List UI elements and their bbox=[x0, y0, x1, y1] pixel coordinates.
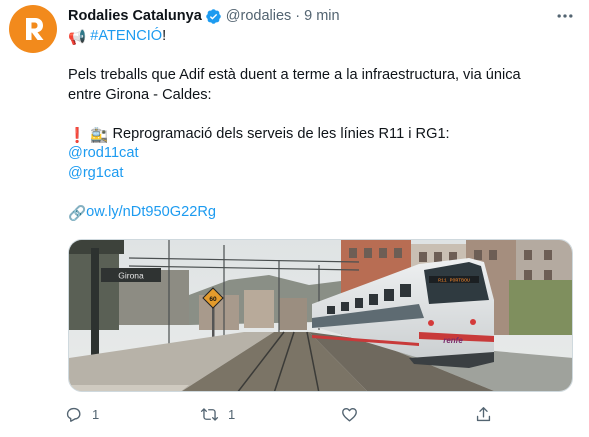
author-name[interactable]: Rodalies Catalunya bbox=[68, 8, 202, 24]
avatar[interactable] bbox=[9, 5, 57, 53]
retweet-count: 1 bbox=[228, 406, 236, 422]
train-photo: Girona 60 R11 PORTBOU renfe bbox=[69, 240, 572, 391]
external-link[interactable]: ow.ly/nDt950G22Rg bbox=[86, 204, 216, 220]
hashtag-link[interactable]: #ATENCIÓ bbox=[90, 28, 162, 44]
speed-limit-sign: 60 bbox=[209, 296, 217, 303]
retweet-button[interactable]: 1 bbox=[200, 400, 235, 428]
tweet-timestamp[interactable]: 9 min bbox=[304, 8, 339, 24]
station-sign: Girona bbox=[118, 271, 144, 281]
text-line-route: entre Girona - Caldes: bbox=[68, 86, 212, 103]
text-line-reprogramming: ❗ 🚉 Reprogramació dels serveis de les lí… bbox=[68, 125, 573, 145]
like-button[interactable] bbox=[340, 400, 368, 428]
more-horizontal-icon bbox=[557, 14, 573, 18]
reprogramming-text: Reprogramació dels serveis de les línies… bbox=[108, 125, 450, 142]
more-options-button[interactable] bbox=[553, 8, 577, 24]
share-button[interactable] bbox=[474, 400, 502, 428]
megaphone-icon: 📢 bbox=[68, 30, 87, 46]
author-handle[interactable]: @rodalies bbox=[226, 8, 292, 24]
mention-rg1cat[interactable]: @rg1cat bbox=[68, 164, 573, 184]
link-icon: 🔗 bbox=[68, 205, 87, 222]
tweet-media-photo[interactable]: Girona 60 R11 PORTBOU renfe bbox=[68, 239, 573, 392]
renfe-logo: renfe bbox=[443, 336, 463, 345]
train-destination-display: R11 PORTBOU bbox=[438, 278, 470, 284]
tweet-actions: 1 1 bbox=[60, 400, 500, 428]
tweet[interactable]: Rodalies Catalunya @rodalies · 9 min 📢 #… bbox=[0, 0, 589, 437]
r-logo-icon bbox=[26, 18, 44, 40]
verified-badge-icon bbox=[206, 8, 221, 24]
heart-icon bbox=[342, 407, 357, 422]
header-separator: · bbox=[295, 8, 301, 24]
tweet-text: 📢 #ATENCIÓ! Pels treballs que Adif està … bbox=[68, 27, 573, 222]
mention-rod11cat[interactable]: @rod11cat bbox=[68, 144, 573, 164]
share-icon bbox=[476, 406, 491, 421]
text-line-announcement: 📢 #ATENCIÓ! bbox=[68, 27, 573, 47]
reply-icon bbox=[66, 407, 81, 422]
reply-button[interactable]: 1 bbox=[64, 400, 99, 428]
exclamation-text: ! bbox=[162, 28, 167, 44]
tweet-header: Rodalies Catalunya @rodalies · 9 min bbox=[68, 6, 340, 26]
text-line-link: 🔗ow.ly/nDt950G22Rg bbox=[68, 203, 573, 223]
reply-count: 1 bbox=[92, 406, 100, 422]
text-line-works: Pels treballs que Adif està duent a term… bbox=[68, 67, 521, 83]
retweet-icon bbox=[200, 407, 219, 421]
